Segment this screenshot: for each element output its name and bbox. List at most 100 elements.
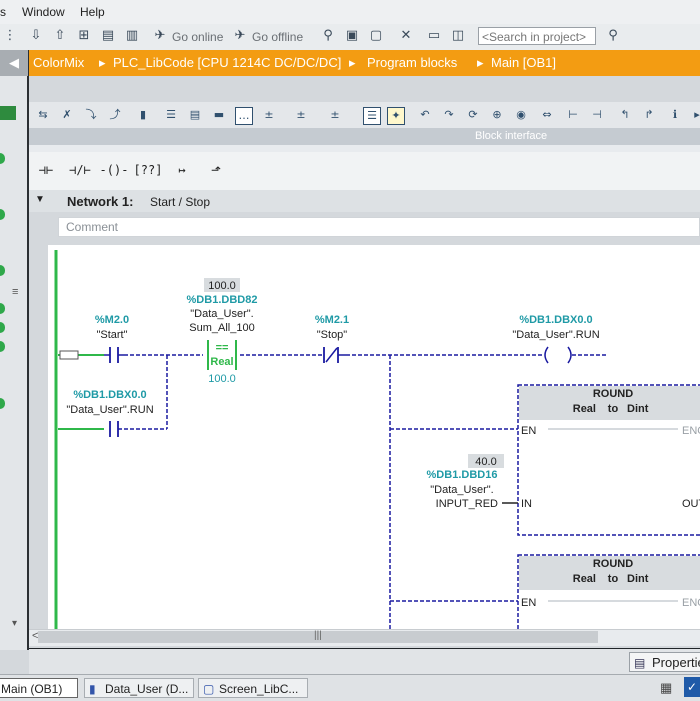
delete-network-icon[interactable]: ✗ — [59, 107, 75, 123]
status-dot-icon — [0, 322, 5, 333]
contact-start-tag[interactable]: "Start" — [96, 329, 127, 341]
search-input[interactable]: <Search in project> — [478, 27, 596, 45]
task-screen-lib[interactable]: ▢ Screen_LibC... — [198, 678, 308, 698]
properties-tab[interactable]: ▤ Properties — [629, 652, 700, 672]
cross-reference-icon[interactable]: ✕ — [398, 28, 414, 44]
monitor-icon[interactable]: ± — [293, 107, 309, 123]
coil-run[interactable] — [567, 346, 572, 364]
breadcrumb-item[interactable]: Main [OB1] — [491, 55, 556, 70]
menu-item-options[interactable]: s — [0, 5, 6, 19]
previous-error-icon[interactable]: ↶ — [417, 107, 433, 123]
block-interface-bar[interactable]: Block interface — [29, 128, 700, 145]
compare-icon[interactable]: ⇔ — [539, 107, 555, 123]
coil-run[interactable] — [544, 346, 549, 364]
watch-icon[interactable]: ◉ — [513, 107, 529, 123]
contact-stop-tag[interactable]: "Stop" — [317, 329, 348, 341]
network-header[interactable]: ▼ Network 1: Start / Stop — [29, 190, 700, 212]
grid-icon[interactable]: ▦ — [660, 680, 672, 696]
more-icon[interactable]: ▸ — [689, 107, 700, 123]
menu-item-window[interactable]: Window — [22, 5, 65, 19]
menu-item-help[interactable]: Help — [80, 5, 105, 19]
rung-handle[interactable] — [59, 350, 79, 360]
collapse-left-icon[interactable]: ◀ — [0, 50, 28, 76]
coil-run-tag[interactable]: "Data_User".RUN — [512, 329, 599, 341]
network-comment-field[interactable]: Comment — [58, 217, 700, 237]
network-open-icon[interactable]: ▤ — [187, 107, 203, 123]
generate-icon[interactable]: ⊕ — [489, 107, 505, 123]
collapse-network-icon[interactable]: ▼ — [35, 194, 45, 205]
favorites-icon[interactable]: ▮ — [135, 107, 151, 123]
compile-icon[interactable]: ⊞ — [76, 28, 92, 44]
contact-stop-address[interactable]: %M2.1 — [315, 314, 349, 326]
contact-run-address[interactable]: %DB1.DBX0.0 — [73, 389, 146, 401]
upload-icon[interactable]: ⇧ — [52, 28, 68, 44]
comments-icon[interactable]: … — [235, 107, 253, 125]
menu-lines-icon[interactable]: ≡ — [12, 286, 18, 298]
go-offline-icon[interactable]: ✈ — [232, 28, 248, 44]
scroll-thumb[interactable]: ||| — [38, 630, 598, 643]
input-tag[interactable]: "Data_User". — [430, 484, 493, 496]
close-branch-icon[interactable]: ⬏ — [201, 157, 231, 184]
go-offline-button[interactable]: Go offline — [252, 30, 303, 44]
tree-icon[interactable] — [0, 106, 16, 120]
coil-icon[interactable]: -()- — [99, 157, 129, 184]
split-horizontal-icon[interactable]: ▭ — [426, 28, 442, 44]
favorites-toggle-icon[interactable]: ✦ — [387, 107, 405, 125]
update-icon[interactable]: ⟳ — [465, 107, 481, 123]
info-icon[interactable]: ℹ — [667, 107, 683, 123]
contact-run-tag[interactable]: "Data_User".RUN — [66, 404, 153, 416]
stop-cpu-icon[interactable]: ▢ — [368, 28, 384, 44]
wrap-icon[interactable]: ☰ — [363, 107, 381, 125]
accessible-devices-icon[interactable]: ⚲ — [320, 28, 336, 44]
network-subtitle[interactable]: Start / Stop — [150, 195, 210, 209]
compare-tag-member[interactable]: Sum_All_100 — [189, 322, 254, 334]
breadcrumb-item[interactable]: Program blocks — [367, 55, 457, 70]
download-device-icon[interactable]: ▤ — [100, 28, 116, 44]
status-icon[interactable]: ± — [327, 107, 343, 123]
contact-start-address[interactable]: %M2.0 — [95, 314, 129, 326]
nc-contact-icon[interactable]: ⊣/⊢ — [65, 157, 95, 184]
search-go-icon[interactable]: ⚲ — [605, 28, 621, 44]
delete-icon[interactable]: ⊣ — [589, 107, 605, 123]
no-contact-icon[interactable]: ⊣⊢ — [31, 157, 61, 184]
open-branch-icon[interactable]: ↦ — [167, 157, 197, 184]
check-icon[interactable]: ✓ — [684, 677, 700, 697]
round-2-from[interactable]: Real — [573, 573, 596, 585]
compare-address[interactable]: %DB1.DBD82 — [187, 294, 258, 306]
compare-operator[interactable]: == — [216, 342, 229, 354]
download-icon[interactable]: ⇩ — [28, 28, 44, 44]
splitter[interactable] — [29, 145, 700, 152]
insert-network-icon[interactable]: ⇆ — [35, 107, 51, 123]
compare-type[interactable]: Real — [210, 356, 233, 368]
round-2-to[interactable]: Dint — [627, 573, 649, 585]
round-1-from[interactable]: Real — [573, 403, 596, 415]
upload-device-icon[interactable]: ▥ — [124, 28, 140, 44]
collapse-icon[interactable]: ⋮ — [2, 28, 18, 44]
empty-box-icon[interactable]: [??] — [133, 157, 163, 184]
compare-reference[interactable]: 100.0 — [208, 373, 236, 385]
breadcrumb-item[interactable]: PLC_LibCode [CPU 1214C DC/DC/DC] — [113, 55, 341, 70]
insert-row-icon[interactable]: ⤵ — [83, 107, 99, 123]
list-icon[interactable]: ☰ — [163, 107, 179, 123]
go-online-button[interactable]: Go online — [172, 30, 223, 44]
abs-address-icon[interactable]: ± — [261, 107, 277, 123]
network-close-icon[interactable]: ▬ — [211, 107, 227, 123]
input-address[interactable]: %DB1.DBD16 — [427, 469, 498, 481]
round-1-to[interactable]: Dint — [627, 403, 649, 415]
breadcrumb-item[interactable]: ColorMix — [33, 55, 84, 70]
go-online-icon[interactable]: ✈ — [152, 28, 168, 44]
task-main-ob1[interactable]: Main (OB1) — [0, 678, 78, 698]
goto-icon[interactable]: ↰ — [617, 107, 633, 123]
compare-tag[interactable]: "Data_User". — [190, 308, 253, 320]
task-data-user[interactable]: ▮ Data_User (D... — [84, 678, 194, 698]
insert-icon[interactable]: ⊢ — [565, 107, 581, 123]
ladder-diagram: %M2.0 "Start" 100.0 %DB1.DBD82 "Data_Use… — [54, 250, 700, 646]
split-vertical-icon[interactable]: ◫ — [450, 28, 466, 44]
next-error-icon[interactable]: ↷ — [441, 107, 457, 123]
append-row-icon[interactable]: ⤴ — [107, 107, 123, 123]
chevron-down-icon[interactable]: ▾ — [12, 618, 17, 629]
coil-run-address[interactable]: %DB1.DBX0.0 — [519, 314, 592, 326]
input-tag-member[interactable]: INPUT_RED — [436, 498, 498, 510]
return-icon[interactable]: ↱ — [641, 107, 657, 123]
start-cpu-icon[interactable]: ▣ — [344, 28, 360, 44]
